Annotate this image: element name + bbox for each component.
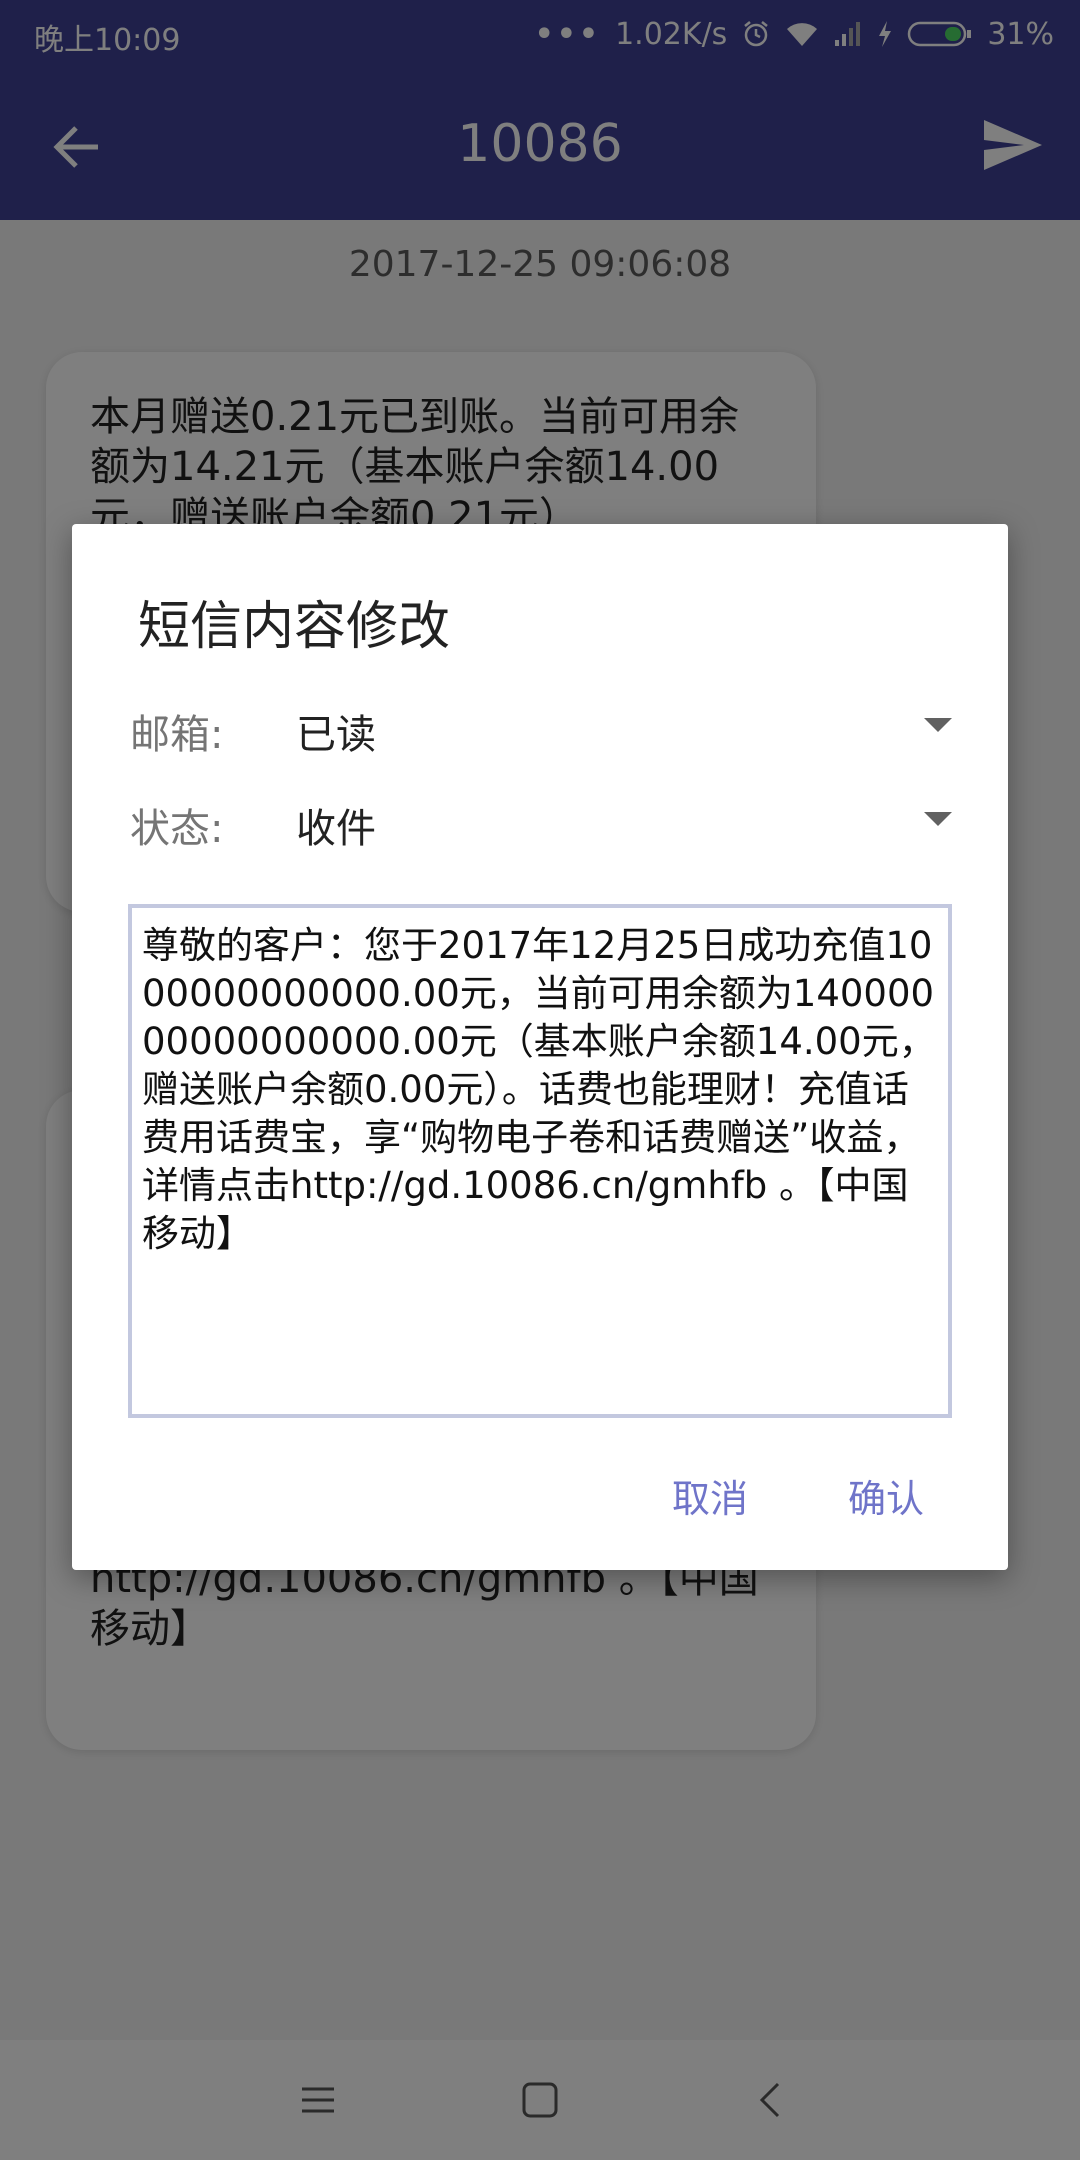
- dropdown-arrow-icon[interactable]: [924, 812, 952, 826]
- dialog-title: 短信内容修改: [138, 597, 451, 657]
- status-value[interactable]: 收件: [296, 796, 376, 854]
- mailbox-select[interactable]: 邮箱: 已读: [130, 688, 952, 768]
- cancel-button[interactable]: 取消: [672, 1468, 748, 1523]
- status-select[interactable]: 状态: 收件: [130, 782, 952, 862]
- mailbox-label: 邮箱:: [130, 712, 224, 758]
- dropdown-arrow-icon[interactable]: [924, 718, 952, 732]
- edit-sms-dialog: 短信内容修改 邮箱: 已读 状态: 收件 尊敬的客户：您于2017年12月25日…: [72, 524, 1008, 1570]
- mailbox-value[interactable]: 已读: [296, 702, 376, 760]
- message-content-input[interactable]: 尊敬的客户：您于2017年12月25日成功充值1000000000000.00元…: [128, 904, 952, 1418]
- status-label: 状态:: [130, 806, 224, 852]
- confirm-button[interactable]: 确认: [848, 1468, 924, 1523]
